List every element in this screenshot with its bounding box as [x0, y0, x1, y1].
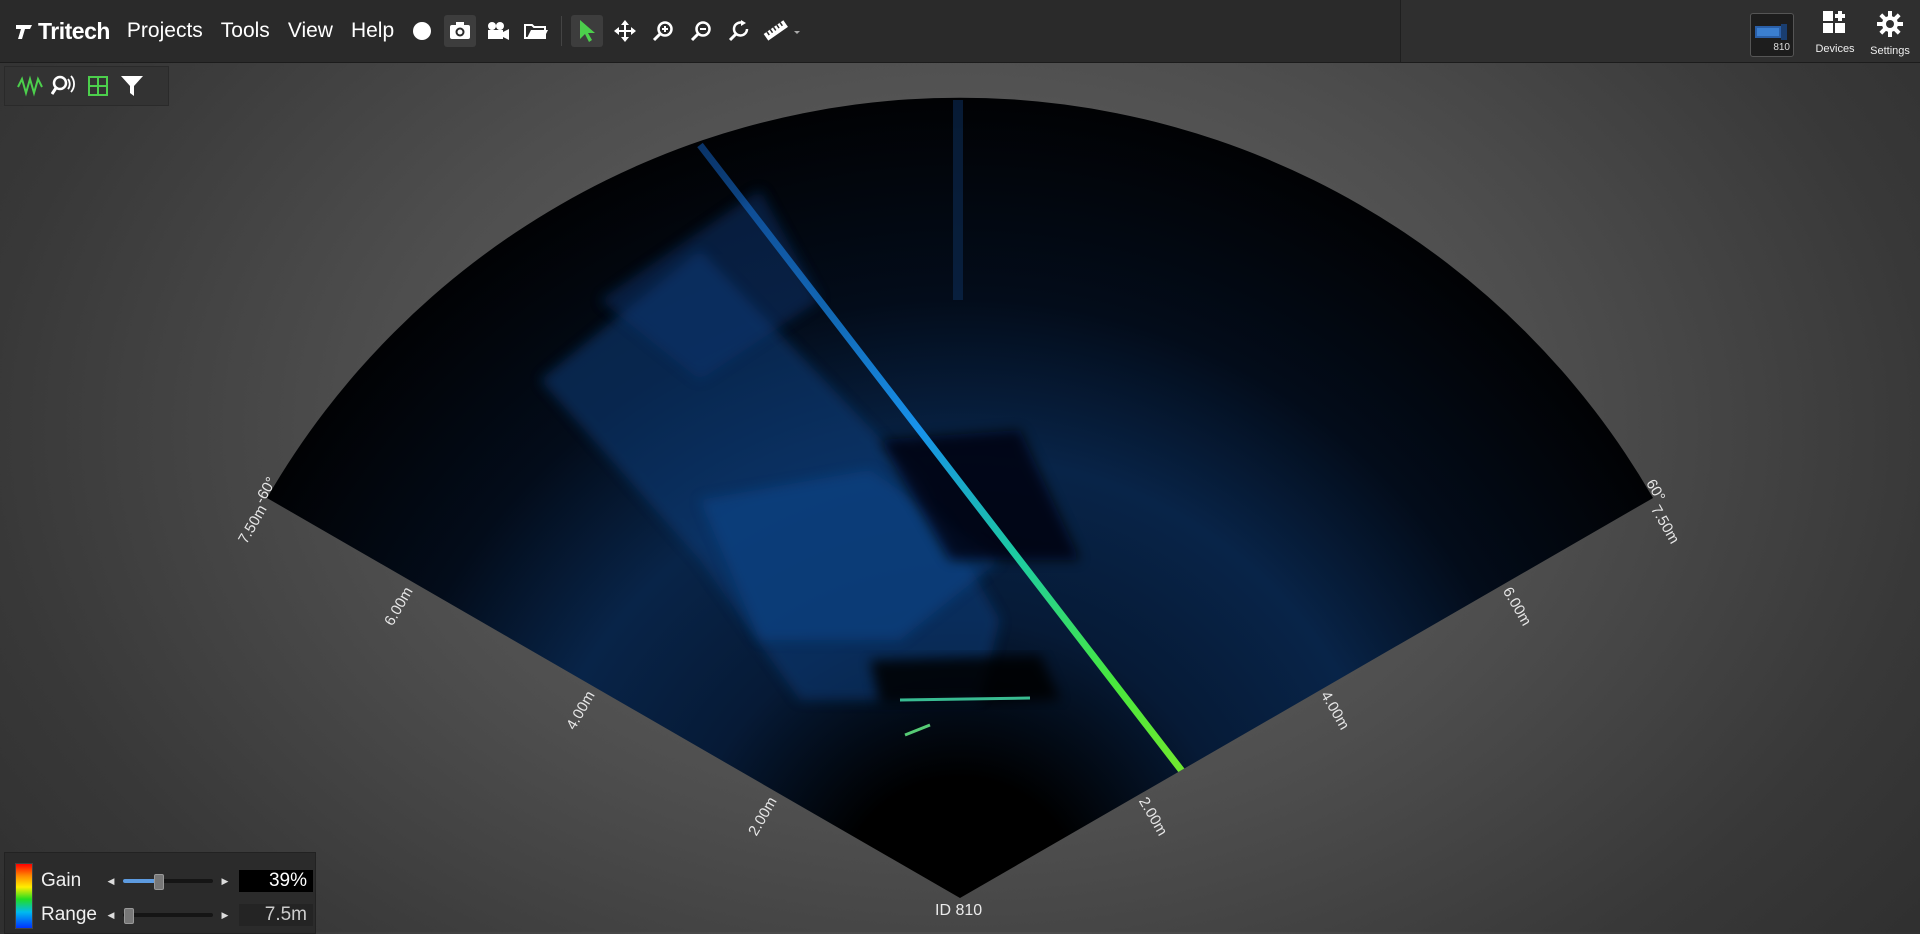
- select-tool-button[interactable]: [571, 15, 604, 47]
- gain-control: Gain ◀ ▶ 39%: [41, 867, 313, 895]
- waveform-button[interactable]: [15, 71, 45, 101]
- filter-button[interactable]: [117, 71, 147, 101]
- filter-icon: [121, 76, 143, 96]
- sonar-fan-view[interactable]: [0, 0, 1920, 932]
- zoom-in-button[interactable]: [647, 15, 679, 47]
- record-icon: [413, 22, 432, 40]
- range-label: Range: [41, 904, 97, 925]
- menu-view[interactable]: View: [288, 19, 333, 43]
- gain-value[interactable]: 39%: [239, 870, 313, 892]
- gain-slider-thumb[interactable]: [154, 874, 165, 890]
- open-folder-icon: [524, 24, 549, 39]
- gain-slider[interactable]: [123, 874, 213, 890]
- grid-layout-icon: [88, 76, 108, 96]
- range-control: Range ◀ ▶ 7.5m: [41, 901, 313, 929]
- main-toolbar: Tritech Projects Tools View Help: [0, 0, 1400, 63]
- zoom-out-icon: [691, 21, 711, 42]
- menu-projects[interactable]: Projects: [127, 19, 203, 43]
- gain-decrease-button[interactable]: ◀: [105, 876, 117, 887]
- open-file-button[interactable]: [520, 15, 552, 47]
- tritech-logo: Tritech: [14, 18, 110, 45]
- zoom-out-button[interactable]: [685, 15, 717, 47]
- tritech-logo-icon: [16, 25, 32, 39]
- pan-tool-button[interactable]: [609, 15, 641, 47]
- gain-range-panel: Gain ◀ ▶ 39% Range ◀ ▶ 7.5m: [4, 852, 316, 934]
- range-value[interactable]: 7.5m: [239, 904, 313, 926]
- grid-layout-button[interactable]: [83, 71, 113, 101]
- color-scale-bar: [15, 863, 33, 929]
- sonar-search-button[interactable]: [49, 71, 79, 101]
- zoom-reset-button[interactable]: [723, 15, 755, 47]
- device-810-thumbnail[interactable]: 810: [1750, 13, 1794, 57]
- gain-increase-button[interactable]: ▶: [219, 876, 231, 887]
- gear-icon: [1877, 11, 1903, 37]
- range-decrease-button[interactable]: ◀: [105, 910, 117, 921]
- snapshot-button[interactable]: [444, 15, 477, 47]
- settings-label: Settings: [1870, 45, 1910, 57]
- menu-tools[interactable]: Tools: [221, 19, 270, 43]
- gain-slider-fill: [123, 879, 159, 883]
- devices-label: Devices: [1815, 43, 1855, 55]
- device-thumb-label: 810: [1773, 42, 1790, 53]
- range-slider[interactable]: [123, 908, 213, 924]
- settings-button[interactable]: Settings: [1860, 10, 1920, 57]
- pan-move-icon: [614, 20, 637, 42]
- search-sonar-icon: [51, 75, 75, 95]
- measure-tool-button[interactable]: [761, 15, 805, 47]
- snapshot-camera-icon: [450, 22, 471, 39]
- waveform-icon: [17, 75, 43, 97]
- zoom-reset-icon: [729, 20, 749, 42]
- gain-label: Gain: [41, 870, 82, 891]
- sonar-device-id: ID 810: [935, 902, 983, 919]
- devices-grid-icon: [1823, 11, 1845, 33]
- view-toolbar: [4, 66, 169, 106]
- record-button[interactable]: [406, 15, 438, 47]
- range-slider-thumb[interactable]: [123, 908, 134, 924]
- logo-text: Tritech: [38, 17, 110, 44]
- video-record-button[interactable]: [482, 15, 514, 47]
- toolbar-separator: [561, 16, 563, 46]
- devices-button[interactable]: Devices: [1805, 10, 1865, 55]
- video-camera-icon: [488, 22, 510, 40]
- menu-help[interactable]: Help: [351, 19, 394, 43]
- range-increase-button[interactable]: ▶: [219, 910, 231, 921]
- zoom-in-icon: [653, 21, 673, 42]
- select-pointer-icon: [580, 20, 596, 42]
- measure-ruler-icon: [763, 20, 801, 41]
